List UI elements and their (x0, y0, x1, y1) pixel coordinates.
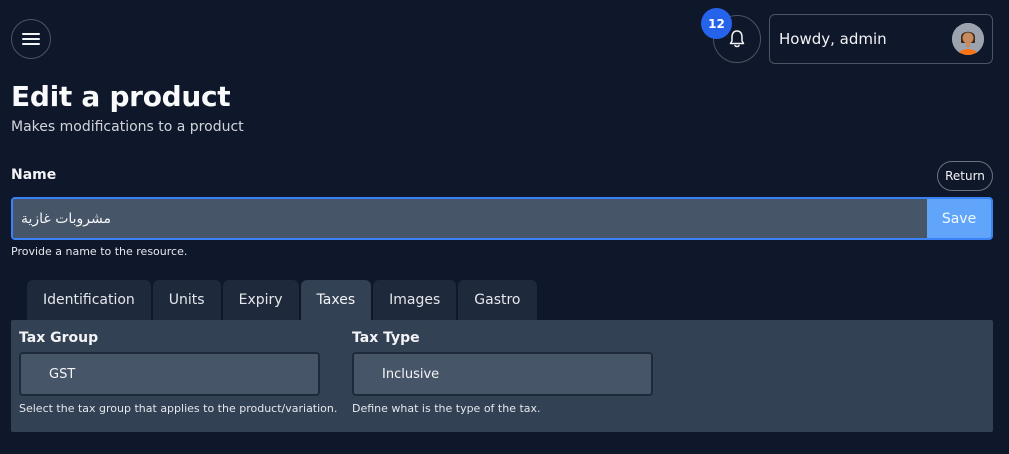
user-menu[interactable]: Howdy, admin (769, 14, 993, 64)
return-button[interactable]: Return (937, 161, 993, 191)
avatar (952, 23, 984, 55)
tax-group-label: Tax Group (19, 330, 99, 346)
tax-group-select[interactable]: GST (19, 352, 320, 396)
tax-group-help-text: Select the tax group that applies to the… (19, 402, 338, 415)
tax-type-label: Tax Type (352, 330, 420, 346)
notification-count-badge: 12 (701, 8, 732, 39)
tab-taxes[interactable]: Taxes (300, 280, 372, 320)
name-help-text: Provide a name to the resource. (11, 245, 188, 258)
hamburger-icon (22, 33, 40, 45)
user-greeting: Howdy, admin (779, 30, 887, 48)
taxes-panel: Tax Group GST Select the tax group that … (11, 320, 993, 432)
name-input[interactable] (13, 199, 927, 238)
tab-expiry[interactable]: Expiry (222, 280, 299, 320)
tax-type-select[interactable]: Inclusive (352, 352, 653, 396)
name-input-group: Save (11, 197, 993, 240)
tab-units[interactable]: Units (152, 280, 221, 320)
page-subtitle: Makes modifications to a product (11, 119, 244, 135)
save-button[interactable]: Save (927, 199, 991, 238)
bell-icon (729, 30, 745, 48)
user-avatar-icon (952, 23, 984, 55)
name-label: Name (11, 167, 57, 183)
tab-identification[interactable]: Identification (27, 280, 151, 320)
tabs-bar: Identification Units Expiry Taxes Images… (27, 280, 537, 320)
tab-gastro[interactable]: Gastro (458, 280, 537, 320)
hamburger-menu-button[interactable] (11, 19, 51, 59)
tax-type-help-text: Define what is the type of the tax. (352, 402, 541, 415)
tab-images[interactable]: Images (373, 280, 457, 320)
page-title: Edit a product (11, 80, 231, 113)
